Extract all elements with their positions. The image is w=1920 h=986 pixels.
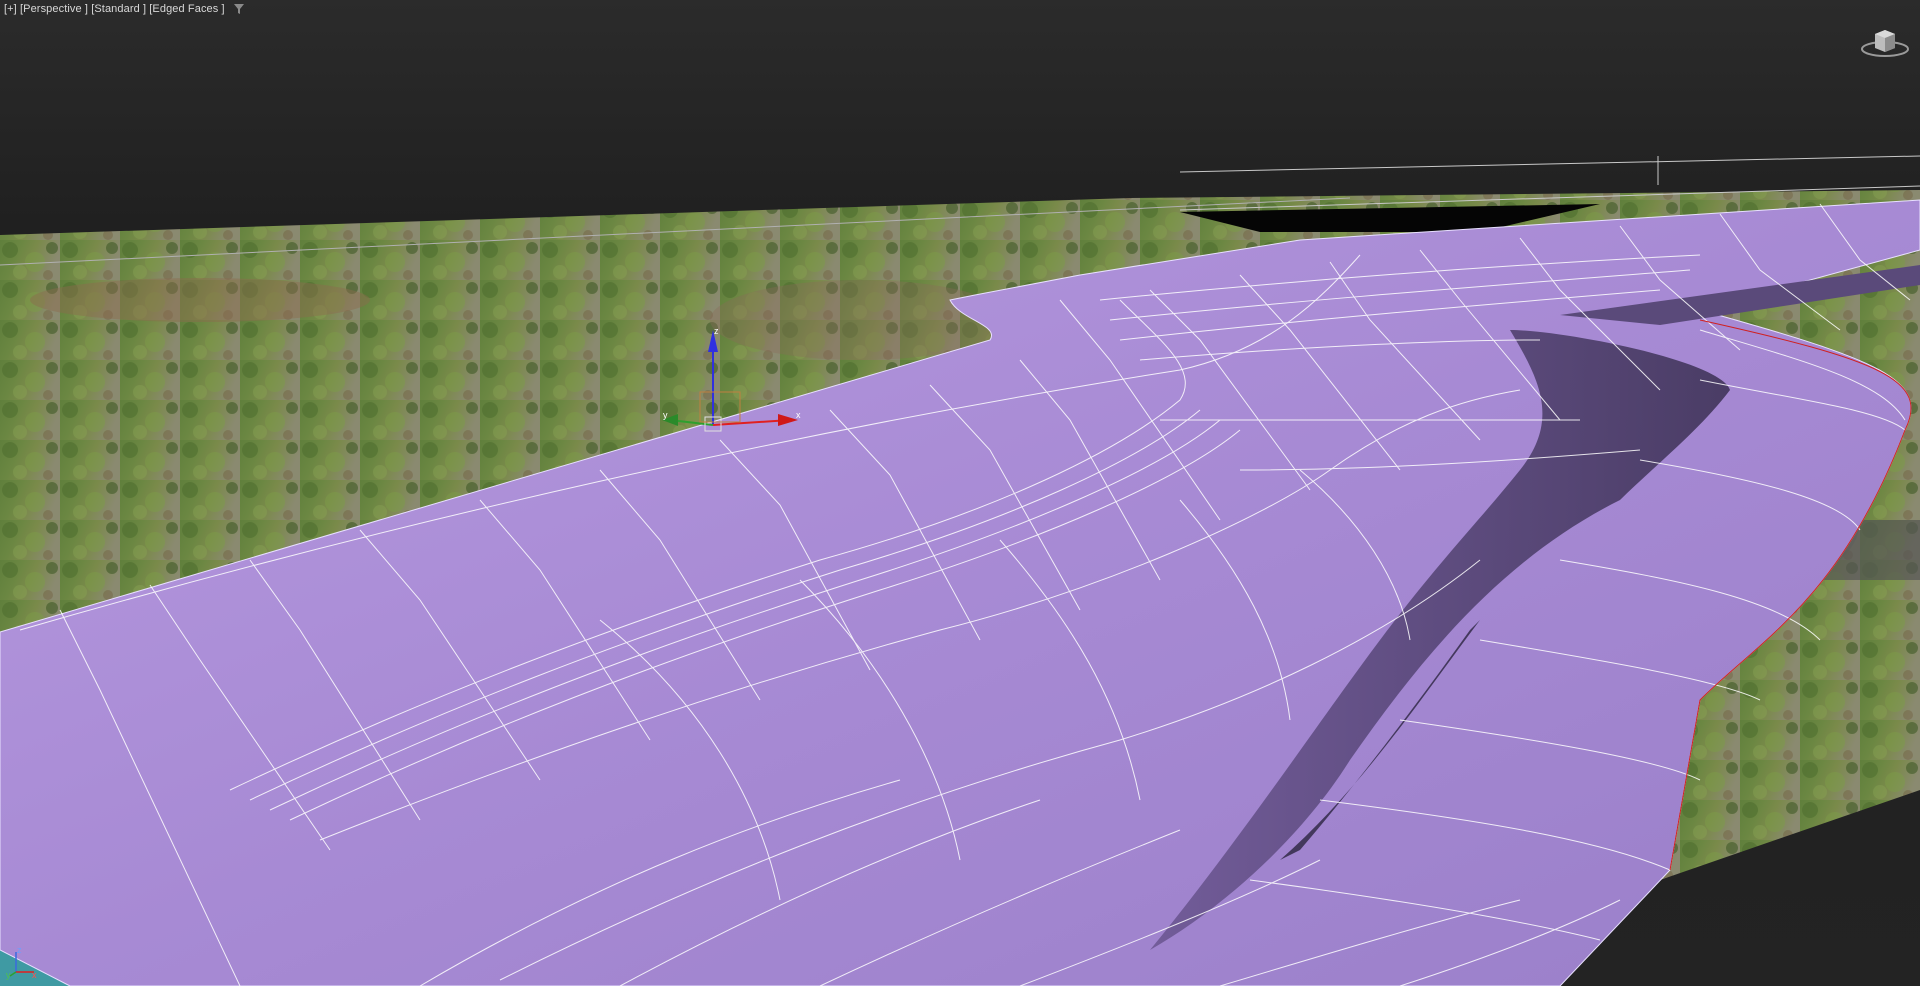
terrain-dirt-patch xyxy=(30,278,370,322)
gizmo-z-label: z xyxy=(714,326,719,336)
gizmo-x-label: x xyxy=(796,410,801,420)
guide-line xyxy=(1179,155,1920,173)
tripod-y-label: y xyxy=(6,970,11,980)
tripod-z-label: z xyxy=(17,945,22,955)
funnel-icon[interactable] xyxy=(233,4,244,15)
viewport-general-menu[interactable]: [+] xyxy=(4,3,17,15)
world-axis-tripod-icon: z x y xyxy=(6,945,37,980)
scene-canvas[interactable]: z x y xyxy=(0,0,1920,986)
viewport-display-menu[interactable]: [Edged Faces ] xyxy=(149,3,224,15)
viewcube-icon[interactable] xyxy=(1860,24,1910,58)
viewport-label-menu[interactable]: [+] [Perspective ] [Standard ] [Edged Fa… xyxy=(4,3,244,15)
tripod-x-label: x xyxy=(32,970,37,980)
gizmo-y-label: y xyxy=(663,410,668,420)
viewport-shading-menu[interactable]: [Standard ] xyxy=(91,3,146,15)
viewport-point-of-view-menu[interactable]: [Perspective ] xyxy=(20,3,88,15)
perspective-viewport[interactable]: z x y [+] [Perspective ] [Standard ] [Ed… xyxy=(0,0,1920,986)
